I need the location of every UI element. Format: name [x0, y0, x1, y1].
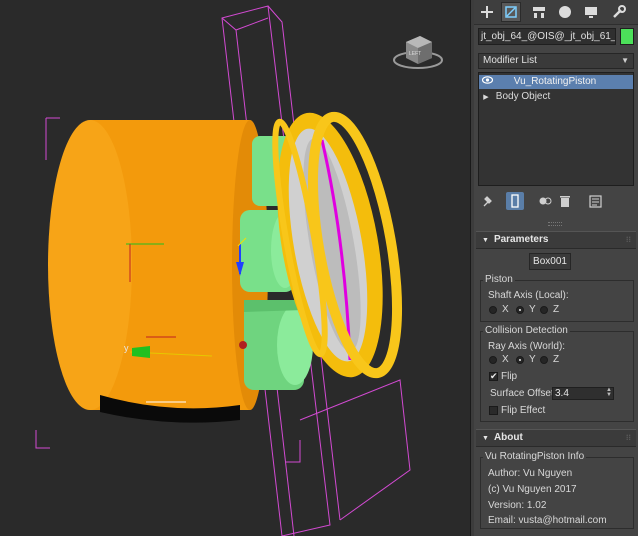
- flip-effect-checkbox[interactable]: [489, 406, 498, 415]
- about-title: About: [493, 432, 523, 443]
- collision-group-title: Collision Detection: [483, 325, 570, 336]
- collapse-icon: ▼: [482, 435, 489, 442]
- view-cube-label: LEFT: [409, 51, 421, 57]
- trash-icon[interactable]: [556, 192, 574, 210]
- target-object-button[interactable]: Box001: [529, 253, 571, 270]
- eye-icon[interactable]: [479, 75, 495, 89]
- flip-label: Flip: [501, 371, 518, 382]
- about-version: Version: 1.02: [488, 500, 547, 511]
- configure-sets-icon[interactable]: [586, 192, 604, 210]
- ray-axis-z-label: Z: [553, 354, 560, 365]
- spinner-arrows-icon[interactable]: ▲ ▼: [606, 387, 612, 398]
- surface-offset-label: Surface Offset: [490, 388, 554, 399]
- viewport-perspective[interactable]: y LEFT: [0, 0, 470, 536]
- object-name-field[interactable]: jt_obj_64_@OIS@_jt_obj_61_@OIS@: [478, 28, 616, 45]
- ray-axis-label: Ray Axis (World):: [488, 341, 566, 352]
- stack-toolbar: [474, 190, 638, 212]
- chevron-down-icon: ▼: [621, 56, 629, 65]
- ray-axis-y-label: Y: [529, 354, 536, 365]
- show-end-result-icon[interactable]: [506, 192, 524, 210]
- axis-label-y: y: [124, 343, 129, 353]
- hierarchy-icon[interactable]: [529, 2, 549, 22]
- modify-icon[interactable]: [501, 2, 521, 22]
- object-color-swatch[interactable]: [620, 28, 634, 45]
- cylinder-body[interactable]: [48, 120, 268, 423]
- scene-render: y LEFT: [35, 5, 443, 536]
- rollout-pin-icon: ⁝⁝: [625, 235, 631, 244]
- collapse-icon: ▼: [482, 237, 489, 244]
- piston-group-box: [480, 280, 634, 322]
- panel-resize-grip[interactable]: [548, 222, 562, 226]
- base-object-label: Body Object: [495, 91, 551, 102]
- shaft-axis-x-label: X: [502, 304, 509, 315]
- flip-effect-label: Flip Effect: [501, 405, 546, 416]
- ray-axis-z-radio[interactable]: [540, 356, 548, 364]
- surface-offset-spinner[interactable]: 3.4 ▲ ▼: [552, 387, 614, 400]
- ray-axis-x-radio[interactable]: [489, 356, 497, 364]
- about-group-title: Vu RotatingPiston Info: [483, 451, 587, 462]
- ray-axis-x-label: X: [502, 354, 509, 365]
- make-unique-icon[interactable]: [536, 192, 554, 210]
- ray-axis-y-radio[interactable]: [516, 356, 524, 364]
- piston-group-title: Piston: [483, 274, 515, 285]
- create-icon[interactable]: [477, 2, 497, 22]
- command-panel: jt_obj_64_@OIS@_jt_obj_61_@OIS@ Modifier…: [474, 0, 638, 536]
- modifier-stack: Vu_RotatingPiston ▶ Body Object: [478, 72, 634, 186]
- about-rollout-header[interactable]: ▼ About ⁝⁝: [476, 429, 636, 447]
- motion-icon[interactable]: [555, 2, 575, 22]
- shaft-axis-z-label: Z: [553, 304, 560, 315]
- shaft-axis-z-radio[interactable]: [540, 306, 548, 314]
- stack-item-base-object[interactable]: ▶ Body Object: [479, 90, 633, 104]
- stack-item-modifier[interactable]: Vu_RotatingPiston: [479, 75, 633, 89]
- rollout-pin-icon: ⁝⁝: [625, 433, 631, 442]
- shaft-axis-label: Shaft Axis (Local):: [488, 290, 569, 301]
- shaft-axis-y-label: Y: [529, 304, 536, 315]
- pin-stack-icon[interactable]: [478, 192, 496, 210]
- expand-arrow-icon[interactable]: ▶: [479, 91, 493, 105]
- shaft-axis-x-radio[interactable]: [489, 306, 497, 314]
- view-cube[interactable]: LEFT: [393, 36, 443, 69]
- about-copyright: (c) Vu Nguyen 2017: [488, 484, 577, 495]
- about-author: Author: Vu Nguyen: [488, 468, 573, 479]
- about-email: Email: vusta@hotmail.com: [488, 515, 607, 526]
- utilities-icon[interactable]: [609, 2, 629, 22]
- surface-offset-value: 3.4: [555, 388, 569, 399]
- parameters-title: Parameters: [493, 234, 549, 245]
- flip-checkbox[interactable]: ✔: [489, 372, 498, 381]
- modifier-list-label: Modifier List: [483, 55, 537, 66]
- display-icon[interactable]: [581, 2, 601, 22]
- shaft-axis-y-radio[interactable]: [516, 306, 524, 314]
- modifier-name: Vu_RotatingPiston: [513, 76, 597, 87]
- modifier-list-dropdown[interactable]: Modifier List ▼: [478, 53, 634, 69]
- command-panel-tabs: [474, 0, 638, 25]
- parameters-rollout-header[interactable]: ▼ Parameters ⁝⁝: [476, 231, 636, 249]
